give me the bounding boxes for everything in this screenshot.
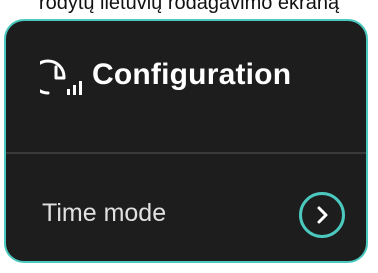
chevron-right-icon <box>317 206 328 224</box>
chevron-right-button[interactable] <box>299 192 345 238</box>
clock-stats-icon <box>30 55 92 99</box>
top-caption: rodytų lietuvių rodagavimo ekraną <box>38 0 340 14</box>
setting-row-time-mode[interactable]: Time mode <box>6 154 366 261</box>
configuration-panel: Configuration Time mode <box>4 19 368 263</box>
panel-header: Configuration <box>6 21 366 152</box>
setting-row-label: Time mode <box>42 199 167 227</box>
panel-title: Configuration <box>92 58 292 91</box>
